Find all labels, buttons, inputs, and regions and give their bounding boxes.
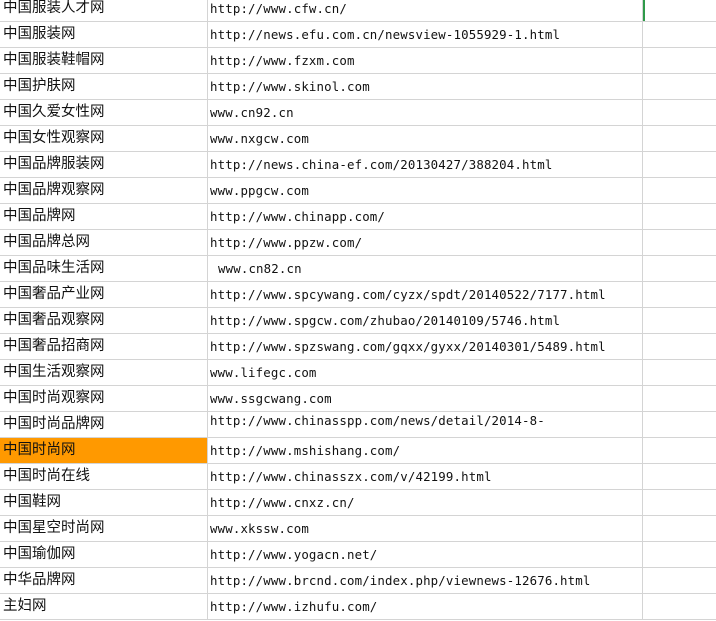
url-cell[interactable]: http://www.izhufu.com/ xyxy=(208,594,643,619)
name-cell[interactable]: 中华品牌网 xyxy=(0,568,208,593)
table-row: 中国生活观察网 www.lifegc.com xyxy=(0,360,716,386)
table-row: 中国时尚品牌网 http://www.chinasspp.com/news/de… xyxy=(0,412,716,438)
name-cell[interactable]: 中国女性观察网 xyxy=(0,126,208,151)
url-cell[interactable]: http://www.cfw.cn/ xyxy=(208,0,643,21)
name-cell[interactable]: 中国瑜伽网 xyxy=(0,542,208,567)
table-row: 中国奢品产业网 http://www.spcywang.com/cyzx/spd… xyxy=(0,282,716,308)
url-cell[interactable]: http://www.cnxz.cn/ xyxy=(208,490,643,515)
url-cell[interactable]: http://www.spgcw.com/zhubao/20140109/574… xyxy=(208,308,643,333)
empty-cell[interactable] xyxy=(643,152,716,177)
name-cell[interactable]: 中国时尚观察网 xyxy=(0,386,208,411)
table-row: 中国奢品招商网 http://www.spzswang.com/gqxx/gyx… xyxy=(0,334,716,360)
empty-cell[interactable] xyxy=(643,256,716,281)
name-cell[interactable]: 中国奢品观察网 xyxy=(0,308,208,333)
url-cell[interactable]: www.cn92.cn xyxy=(208,100,643,125)
empty-cell[interactable] xyxy=(643,204,716,229)
url-cell[interactable]: http://www.yogacn.net/ xyxy=(208,542,643,567)
url-cell[interactable]: www.cn82.cn xyxy=(208,256,643,281)
empty-cell[interactable] xyxy=(643,360,716,385)
table-row: 中国品牌服装网 http://news.china-ef.com/2013042… xyxy=(0,152,716,178)
name-cell-highlighted[interactable]: 中国时尚网 xyxy=(0,438,208,463)
empty-cell[interactable] xyxy=(643,74,716,99)
table-row: 中国服装鞋帽网 http://www.fzxm.com xyxy=(0,48,716,74)
table-row-highlighted: 中国时尚网 http://www.mshishang.com/ xyxy=(0,438,716,464)
table-row: 中国品牌网 http://www.chinapp.com/ xyxy=(0,204,716,230)
empty-cell[interactable] xyxy=(643,230,716,255)
table-row: 中国鞋网 http://www.cnxz.cn/ xyxy=(0,490,716,516)
url-cell[interactable]: http://news.china-ef.com/20130427/388204… xyxy=(208,152,643,177)
url-cell-text: http://www.chinasspp.com/news/detail/201… xyxy=(210,413,545,428)
name-cell[interactable]: 中国服装网 xyxy=(0,22,208,47)
url-cell[interactable]: http://www.spzswang.com/gqxx/gyxx/201403… xyxy=(208,334,643,359)
empty-cell[interactable] xyxy=(643,568,716,593)
table-row: 中国品牌总网 http://www.ppzw.com/ xyxy=(0,230,716,256)
url-cell[interactable]: http://www.chinasspp.com/news/detail/201… xyxy=(208,412,643,437)
empty-cell[interactable] xyxy=(643,386,716,411)
table-row: 中国女性观察网 www.nxgcw.com xyxy=(0,126,716,152)
name-cell[interactable]: 中国护肤网 xyxy=(0,74,208,99)
url-cell[interactable]: http://www.fzxm.com xyxy=(208,48,643,73)
name-cell[interactable]: 中国服装人才网 xyxy=(0,0,208,21)
empty-cell[interactable] xyxy=(643,0,716,21)
url-cell[interactable]: www.ppgcw.com xyxy=(208,178,643,203)
empty-cell[interactable] xyxy=(643,126,716,151)
name-cell[interactable]: 中国品牌总网 xyxy=(0,230,208,255)
url-cell[interactable]: http://www.chinasszx.com/v/42199.html xyxy=(208,464,643,489)
table-row: 中国久爱女性网 www.cn92.cn xyxy=(0,100,716,126)
url-cell[interactable]: www.ssgcwang.com xyxy=(208,386,643,411)
name-cell[interactable]: 中国时尚品牌网 xyxy=(0,412,208,437)
table-row: 中国服装网 http://news.efu.com.cn/newsview-10… xyxy=(0,22,716,48)
table-row: 中国时尚观察网 www.ssgcwang.com xyxy=(0,386,716,412)
table-row: 中国奢品观察网 http://www.spgcw.com/zhubao/2014… xyxy=(0,308,716,334)
name-cell[interactable]: 主妇网 xyxy=(0,594,208,619)
name-cell[interactable]: 中国品牌观察网 xyxy=(0,178,208,203)
name-cell[interactable]: 中国服装鞋帽网 xyxy=(0,48,208,73)
empty-cell[interactable] xyxy=(643,516,716,541)
empty-cell[interactable] xyxy=(643,594,716,619)
name-cell[interactable]: 中国奢品招商网 xyxy=(0,334,208,359)
name-cell[interactable]: 中国鞋网 xyxy=(0,490,208,515)
name-cell[interactable]: 中国品味生活网 xyxy=(0,256,208,281)
empty-cell[interactable] xyxy=(643,282,716,307)
url-cell[interactable]: www.nxgcw.com xyxy=(208,126,643,151)
empty-cell[interactable] xyxy=(643,334,716,359)
name-cell[interactable]: 中国品牌服装网 xyxy=(0,152,208,177)
empty-cell[interactable] xyxy=(643,308,716,333)
spreadsheet-grid: 中国服装人才网 http://www.cfw.cn/ 中国服装网 http://… xyxy=(0,0,716,620)
url-cell[interactable]: http://www.skinol.com xyxy=(208,74,643,99)
empty-cell[interactable] xyxy=(643,22,716,47)
table-row: 中国护肤网 http://www.skinol.com xyxy=(0,74,716,100)
empty-cell[interactable] xyxy=(643,178,716,203)
empty-cell[interactable] xyxy=(643,490,716,515)
empty-cell[interactable] xyxy=(643,438,716,463)
url-cell[interactable]: http://www.chinapp.com/ xyxy=(208,204,643,229)
name-cell[interactable]: 中国生活观察网 xyxy=(0,360,208,385)
url-cell[interactable]: www.xkssw.com xyxy=(208,516,643,541)
table-row: 中国瑜伽网 http://www.yogacn.net/ xyxy=(0,542,716,568)
name-cell[interactable]: 中国奢品产业网 xyxy=(0,282,208,307)
table-row: 中华品牌网 http://www.brcnd.com/index.php/vie… xyxy=(0,568,716,594)
url-cell[interactable]: www.lifegc.com xyxy=(208,360,643,385)
empty-cell[interactable] xyxy=(643,100,716,125)
empty-cell[interactable] xyxy=(643,464,716,489)
table-row: 中国品味生活网 www.cn82.cn xyxy=(0,256,716,282)
empty-cell[interactable] xyxy=(643,412,716,437)
empty-cell[interactable] xyxy=(643,542,716,567)
url-cell[interactable]: http://www.spcywang.com/cyzx/spdt/201405… xyxy=(208,282,643,307)
name-cell[interactable]: 中国时尚在线 xyxy=(0,464,208,489)
table-row: 主妇网 http://www.izhufu.com/ xyxy=(0,594,716,620)
table-row: 中国星空时尚网 www.xkssw.com xyxy=(0,516,716,542)
name-cell[interactable]: 中国星空时尚网 xyxy=(0,516,208,541)
table-row: 中国时尚在线 http://www.chinasszx.com/v/42199.… xyxy=(0,464,716,490)
url-cell[interactable]: http://news.efu.com.cn/newsview-1055929-… xyxy=(208,22,643,47)
url-cell[interactable]: http://www.brcnd.com/index.php/viewnews-… xyxy=(208,568,643,593)
empty-cell[interactable] xyxy=(643,48,716,73)
name-cell[interactable]: 中国久爱女性网 xyxy=(0,100,208,125)
table-row: 中国品牌观察网 www.ppgcw.com xyxy=(0,178,716,204)
name-cell[interactable]: 中国品牌网 xyxy=(0,204,208,229)
url-cell[interactable]: http://www.ppzw.com/ xyxy=(208,230,643,255)
url-cell[interactable]: http://www.mshishang.com/ xyxy=(208,438,643,463)
table-row: 中国服装人才网 http://www.cfw.cn/ xyxy=(0,0,716,22)
